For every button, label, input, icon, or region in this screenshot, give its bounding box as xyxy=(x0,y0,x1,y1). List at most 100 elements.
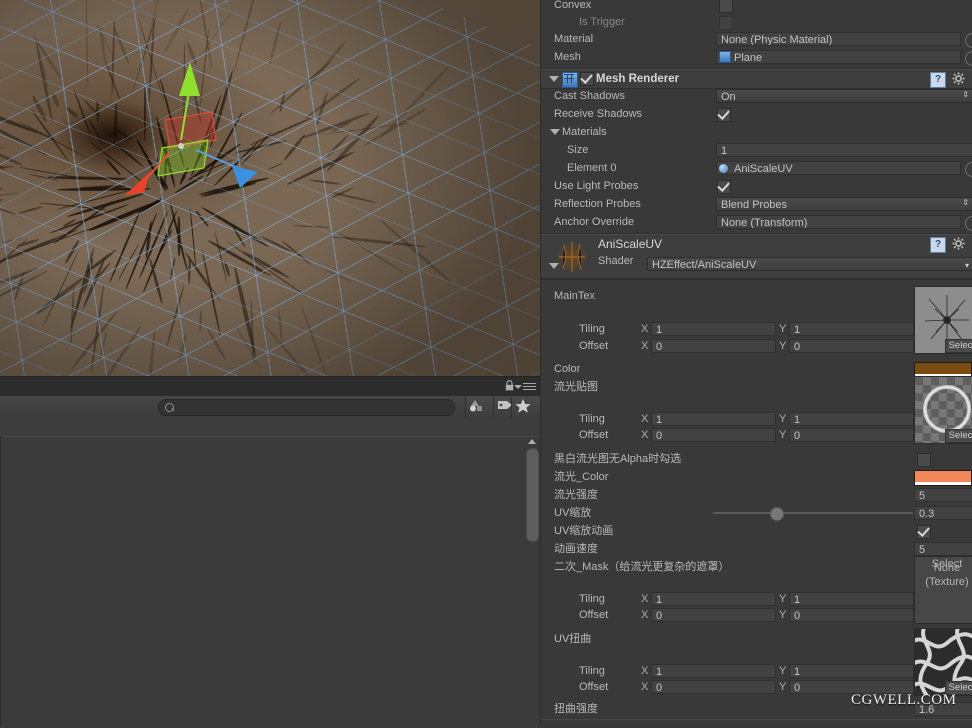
label-cast-shadows: Cast Shadows xyxy=(554,87,625,105)
uv-scale-slider-handle[interactable] xyxy=(770,507,784,521)
gear-icon[interactable] xyxy=(952,72,965,85)
is-trigger-checkbox[interactable] xyxy=(719,16,733,30)
shader-dropdown[interactable]: HZEffect/AniScaleUV xyxy=(647,257,972,271)
row-flow-color[interactable]: 流光_Color xyxy=(541,468,972,486)
row-flow-intensity[interactable]: 流光强度 5 xyxy=(541,486,972,504)
maintex-tiling-y[interactable]: 1 xyxy=(789,322,914,336)
gizmo-center xyxy=(178,143,184,149)
maintex-offset-x[interactable]: 0 xyxy=(651,339,776,353)
uv-scale-anim-checkbox[interactable] xyxy=(917,525,931,539)
row-uv-scale-anim[interactable]: UV缩放动画 xyxy=(541,522,972,540)
row-flow-offset[interactable]: Offset X 0 Y 0 xyxy=(541,426,972,444)
inspector-panel[interactable]: Convex Is Trigger Material None (Physic … xyxy=(540,0,972,726)
flow-tiling-x[interactable]: 1 xyxy=(651,412,776,426)
uv-scale-slider[interactable] xyxy=(713,512,913,514)
material-header[interactable]: AniScaleUV Shader HZEffect/AniScaleUV ▾ … xyxy=(541,234,972,280)
uv-scale-field[interactable]: 0.3 xyxy=(914,506,972,520)
row-uv-scale[interactable]: UV缩放 0.3 xyxy=(541,504,972,522)
type-filter-button[interactable] xyxy=(465,397,494,417)
distort-offset-x[interactable]: 0 xyxy=(651,680,776,694)
mesh-field[interactable]: Plane xyxy=(716,50,961,64)
hamburger-menu-icon[interactable] xyxy=(523,383,536,391)
anim-speed-field[interactable]: 5 xyxy=(914,542,972,556)
help-icon[interactable]: ? xyxy=(930,72,946,88)
gear-icon[interactable] xyxy=(952,237,965,250)
flow-offset-x[interactable]: 0 xyxy=(651,428,776,442)
row-materials-element-0[interactable]: Element 0 AniScaleUV xyxy=(541,159,972,177)
scene-view[interactable] xyxy=(0,0,540,376)
project-scrollbar[interactable] xyxy=(526,439,537,725)
alpha-toggle-checkbox[interactable] xyxy=(917,453,931,467)
anchor-override-picker[interactable] xyxy=(965,216,972,231)
axis-y-label: Y xyxy=(779,606,786,624)
maintex-offset-y[interactable]: 0 xyxy=(789,339,914,353)
reflection-probes-dropdown[interactable]: Blend Probes xyxy=(716,197,972,211)
row-reflection-probes[interactable]: Reflection Probes Blend Probes ⇕ xyxy=(541,195,972,213)
mesh-renderer-title: Mesh Renderer xyxy=(596,71,679,88)
row-maintex-tiling[interactable]: Tiling X 1 Y 1 xyxy=(541,320,972,338)
row-use-light-probes[interactable]: Use Light Probes xyxy=(541,177,972,195)
project-toolbar[interactable] xyxy=(0,396,540,419)
anchor-override-field[interactable]: None (Transform) xyxy=(716,215,961,229)
row-color[interactable]: Color xyxy=(541,360,972,378)
element-0-field[interactable]: AniScaleUV xyxy=(716,161,961,175)
divider xyxy=(541,278,972,279)
label-reflection-probes: Reflection Probes xyxy=(554,195,641,213)
scrollbar-thumb[interactable] xyxy=(526,448,539,542)
flow-offset-y[interactable]: 0 xyxy=(789,428,914,442)
flow-color-swatch[interactable] xyxy=(914,470,972,486)
mesh-renderer-enabled-checkbox[interactable] xyxy=(580,72,594,86)
label-distort-strength: 扭曲强度 xyxy=(554,700,598,718)
move-gizmo[interactable] xyxy=(0,0,540,376)
search-input[interactable] xyxy=(177,400,446,417)
physic-material-field[interactable]: None (Physic Material) xyxy=(716,32,961,46)
row-cast-shadows[interactable]: Cast Shadows On ⇕ xyxy=(541,87,972,105)
convex-checkbox[interactable] xyxy=(719,0,733,13)
element-0-picker[interactable] xyxy=(965,162,972,177)
mesh-renderer-header[interactable]: Mesh Renderer ? xyxy=(541,69,972,89)
row-anim-speed[interactable]: 动画速度 5 xyxy=(541,540,972,558)
row-physic-material[interactable]: Material None (Physic Material) xyxy=(541,30,972,48)
distort-tiling-x[interactable]: 1 xyxy=(651,664,776,678)
row-convex[interactable]: Convex xyxy=(541,0,972,14)
chevron-down-icon[interactable] xyxy=(514,385,522,389)
row-materials-size[interactable]: Size 1 xyxy=(541,141,972,159)
flow-tiling-y[interactable]: 1 xyxy=(789,412,914,426)
favorite-filter-button[interactable] xyxy=(511,397,541,417)
materials-foldout-arrow[interactable] xyxy=(550,129,560,135)
cast-shadows-arrow: ⇕ xyxy=(962,91,969,99)
row-mask-offset[interactable]: Offset X 0 Y 0 xyxy=(541,606,972,624)
materials-size-field[interactable]: 1 xyxy=(716,143,972,157)
flow-intensity-field[interactable]: 5 xyxy=(914,488,972,502)
lock-icon[interactable] xyxy=(505,380,514,391)
project-panel[interactable] xyxy=(0,376,540,727)
row-materials-foldout[interactable]: Materials xyxy=(541,123,972,141)
help-icon[interactable]: ? xyxy=(930,237,946,253)
maintex-tiling-x[interactable]: 1 xyxy=(651,322,776,336)
row-receive-shadows[interactable]: Receive Shadows xyxy=(541,105,972,123)
mask-tiling-y[interactable]: 1 xyxy=(789,592,914,606)
row-alpha-toggle[interactable]: 黑白流光图无Alpha时勾选 xyxy=(541,450,972,468)
search-input-wrapper[interactable] xyxy=(158,399,455,416)
second-mask-select-button[interactable]: Select xyxy=(915,557,972,571)
label-is-trigger: Is Trigger xyxy=(579,13,625,31)
mask-tiling-x[interactable]: 1 xyxy=(651,592,776,606)
distort-tiling-y[interactable]: 1 xyxy=(789,664,914,678)
mask-offset-y[interactable]: 0 xyxy=(789,608,914,622)
use-light-probes-checkbox[interactable] xyxy=(717,180,731,194)
row-anchor-override[interactable]: Anchor Override None (Transform) xyxy=(541,213,972,231)
mesh-picker[interactable] xyxy=(965,51,972,66)
receive-shadows-checkbox[interactable] xyxy=(717,108,731,122)
cast-shadows-dropdown[interactable]: On xyxy=(716,89,972,103)
project-split-divider[interactable] xyxy=(0,436,1,727)
material-foldout[interactable] xyxy=(549,263,559,269)
scroll-up-arrow[interactable] xyxy=(528,439,536,444)
mask-offset-x[interactable]: 0 xyxy=(651,608,776,622)
physic-material-picker[interactable] xyxy=(965,33,972,48)
row-is-trigger[interactable]: Is Trigger xyxy=(541,13,972,31)
project-content-area[interactable] xyxy=(0,436,540,728)
mesh-renderer-foldout[interactable] xyxy=(549,76,559,82)
row-maintex-offset[interactable]: Offset X 0 Y 0 xyxy=(541,337,972,355)
row-mesh[interactable]: Mesh Plane xyxy=(541,48,972,66)
mesh-renderer-icon xyxy=(562,72,578,88)
